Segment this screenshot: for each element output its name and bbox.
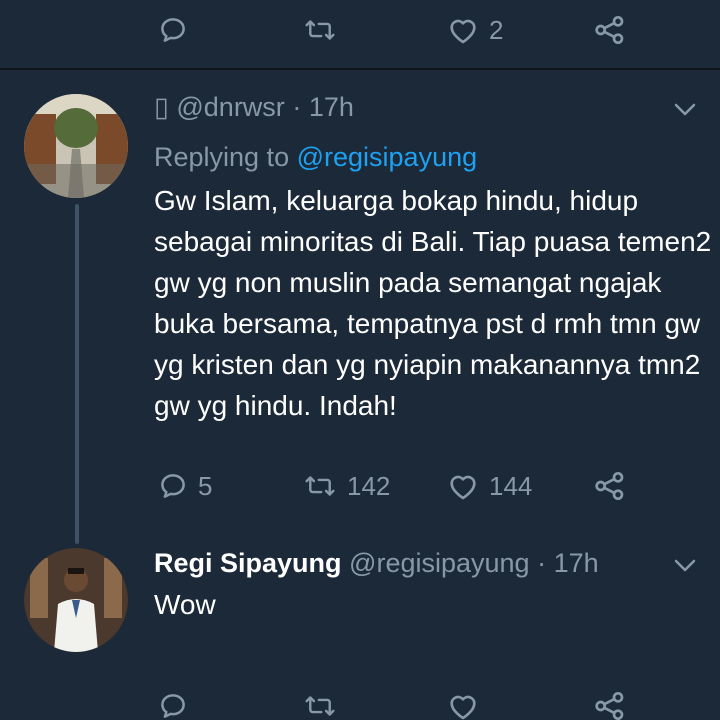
reply-icon [161,694,185,718]
top-retweet-button[interactable] [303,0,337,60]
reply-share-button[interactable] [594,676,626,720]
reply-button[interactable]: 5 [158,456,212,516]
retweet-icon [305,20,335,40]
top-like-count: 2 [489,14,504,45]
separator: · [292,92,302,122]
reply-icon [161,18,185,42]
reply-avatar-image [24,548,128,652]
retweet-button[interactable]: 142 [303,456,390,516]
like-icon [450,475,476,500]
retweet-icon [305,476,335,496]
divider [0,68,720,70]
tweet-text: Gw Islam, keluarga bokap hindu, hidup se… [154,185,712,421]
top-action-bar: 2 [0,0,720,60]
top-like-button[interactable]: 2 [447,0,503,60]
separator: · [537,548,547,578]
tweet-menu-button[interactable] [672,100,698,123]
reply-icon [161,474,185,498]
reply-text: Wow [154,589,216,620]
share-button[interactable] [594,456,626,516]
top-reply-button[interactable] [158,0,188,60]
author-name[interactable]: ▯ [154,92,169,122]
chevron-down-icon [674,103,696,116]
like-button[interactable]: 144 [447,456,532,516]
like-count: 144 [489,470,533,501]
share-icon [595,16,624,44]
reply-action-bar [0,676,720,720]
share-icon [595,692,624,720]
reply-retweet-button[interactable] [303,676,337,720]
reply-avatar[interactable] [24,548,128,652]
avatar[interactable] [24,94,128,198]
reply-time[interactable]: 17h [554,548,599,578]
reply-like-button[interactable] [447,676,479,720]
tweet-time[interactable]: 17h [309,92,354,122]
tweet-header: ▯ @dnrwsr · 17h [154,92,354,123]
retweet-icon [305,696,335,716]
reply-menu-button[interactable] [672,556,698,579]
retweet-count: 142 [347,470,391,501]
reply-count: 5 [198,470,213,501]
tweet-action-bar: 5 142 144 [0,456,720,516]
like-icon [450,695,476,720]
reply-reply-button[interactable] [158,676,188,720]
replying-to: Replying to @regisipayung [154,142,477,173]
reply-author-name[interactable]: Regi Sipayung [154,548,342,578]
replying-to-label: Replying to [154,142,290,172]
reply-author-handle[interactable]: @regisipayung [349,548,530,578]
replying-to-link[interactable]: @regisipayung [297,142,478,172]
like-icon [450,19,476,44]
chevron-down-icon [674,559,696,572]
author-handle[interactable]: @dnrwsr [176,92,284,122]
top-share-button[interactable] [594,0,626,60]
share-icon [595,472,624,500]
reply-header: Regi Sipayung @regisipayung · 17h [154,548,599,579]
avatar-image [24,94,128,198]
